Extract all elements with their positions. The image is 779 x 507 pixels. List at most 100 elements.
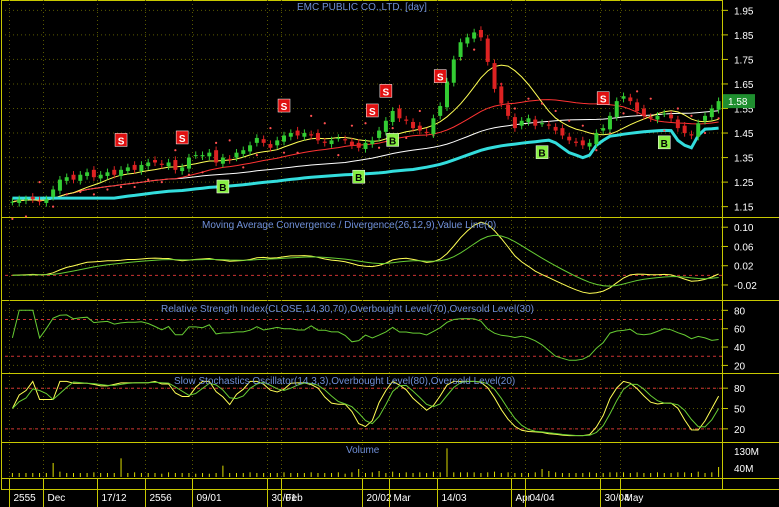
candle-body <box>23 199 28 201</box>
y-tick-label: 1.25 <box>734 178 754 189</box>
sar-dot <box>391 127 394 130</box>
sar-dot <box>418 109 421 113</box>
candle-body <box>614 101 619 118</box>
y-tick-label: 80 <box>734 306 746 317</box>
sar-dot <box>24 215 28 218</box>
candle-body <box>655 115 660 120</box>
candle-body <box>478 29 483 38</box>
candle-body <box>682 125 687 134</box>
candle-body <box>641 108 646 116</box>
sar-dot <box>147 178 150 181</box>
signal-label: S <box>383 87 390 98</box>
candle-body <box>567 136 572 141</box>
sar-dot <box>717 117 720 120</box>
candle-body <box>546 124 551 126</box>
macd-title: Moving Average Convergence / Divergence(… <box>202 220 497 231</box>
sar-dot <box>364 122 367 125</box>
y-tick-label: 20 <box>734 425 746 436</box>
sar-dot <box>554 109 557 113</box>
candle-body <box>417 125 422 131</box>
moving-average-line <box>12 110 719 203</box>
candle-body <box>85 172 90 176</box>
candle-body <box>241 150 246 154</box>
candle-body <box>288 133 293 137</box>
price-chart-title: EMC PUBLIC CO.,LTD. [day] <box>297 2 427 13</box>
candle-body <box>621 96 626 99</box>
candle-body <box>404 119 409 121</box>
y-tick-label: 80 <box>734 384 746 395</box>
candle-body <box>444 81 449 108</box>
candle-body <box>10 201 15 203</box>
candle-body <box>17 199 22 203</box>
candle-body <box>560 128 565 136</box>
candle-body <box>587 142 592 147</box>
signal-label: B <box>661 139 668 150</box>
signal-label: S <box>369 107 376 118</box>
candle-body <box>166 162 171 167</box>
date-label: 14/03 <box>442 493 467 504</box>
candle-body <box>703 115 708 121</box>
candle-body <box>91 169 96 178</box>
candle-body <box>322 141 327 143</box>
sar-dot <box>174 149 177 152</box>
candle-body <box>98 174 103 179</box>
date-label: 04/04 <box>530 493 555 504</box>
sar-dot <box>38 181 41 184</box>
sar-dot <box>636 90 639 93</box>
macd-line <box>12 221 719 294</box>
candle-body <box>275 140 280 146</box>
sar-dot <box>215 141 218 144</box>
candle-body <box>44 199 49 203</box>
candle-body <box>220 157 225 164</box>
candle-body <box>675 119 680 129</box>
y-tick-label: 20 <box>734 361 746 372</box>
sar-dot <box>405 136 408 140</box>
y-tick-label: 0.02 <box>734 262 754 273</box>
sar-dot <box>676 107 679 110</box>
sar-dot <box>663 129 666 132</box>
sar-dot <box>649 97 652 100</box>
candle-body <box>64 177 69 181</box>
y-tick-label: 0.10 <box>734 223 754 234</box>
y-tick-label: 0.06 <box>734 242 754 253</box>
y-tick-label: 1.65 <box>734 80 754 91</box>
candle-body <box>349 141 354 146</box>
candle-body <box>485 38 490 62</box>
candle-body <box>343 139 348 141</box>
candle-body <box>553 126 558 131</box>
candle-body <box>601 128 606 131</box>
sar-dot <box>106 188 109 191</box>
candle-body <box>105 172 110 176</box>
candle-body <box>152 160 157 163</box>
candle-body <box>37 200 42 202</box>
signal-label: B <box>219 183 226 194</box>
y-tick-label: 130M <box>734 447 759 458</box>
y-tick-label: 40 <box>734 343 746 354</box>
sar-dot <box>581 124 584 127</box>
candle-body <box>282 135 287 142</box>
sar-dot <box>187 173 191 176</box>
candle-body <box>207 152 212 157</box>
stock-chart: 2555 Dec 17/12 2556 09/01 30/01Feb 20/02 Mar 14/… <box>1 0 779 507</box>
sar-dot <box>296 151 299 154</box>
candle-body <box>51 189 56 197</box>
sar-dot <box>79 190 82 194</box>
sar-dot <box>92 193 95 196</box>
signal-label: S <box>600 95 607 106</box>
candle-body <box>438 106 443 116</box>
candle-body <box>132 164 137 170</box>
candle-body <box>112 169 117 175</box>
candle-body <box>431 118 436 135</box>
sar-dot <box>65 193 68 196</box>
rsi-title: Relative Strength Index(CLOSE,14,30,70),… <box>161 304 534 315</box>
candle-body <box>383 120 388 132</box>
candle-body <box>119 169 124 176</box>
candle-body <box>465 37 470 44</box>
y-tick-label: 1.35 <box>734 154 754 165</box>
volume-title: Volume <box>346 445 380 456</box>
date-label: Dec <box>48 493 66 504</box>
signal-label: S <box>281 102 288 113</box>
candle-body <box>607 115 612 130</box>
candle-body <box>492 63 497 89</box>
candle-body <box>696 123 701 137</box>
